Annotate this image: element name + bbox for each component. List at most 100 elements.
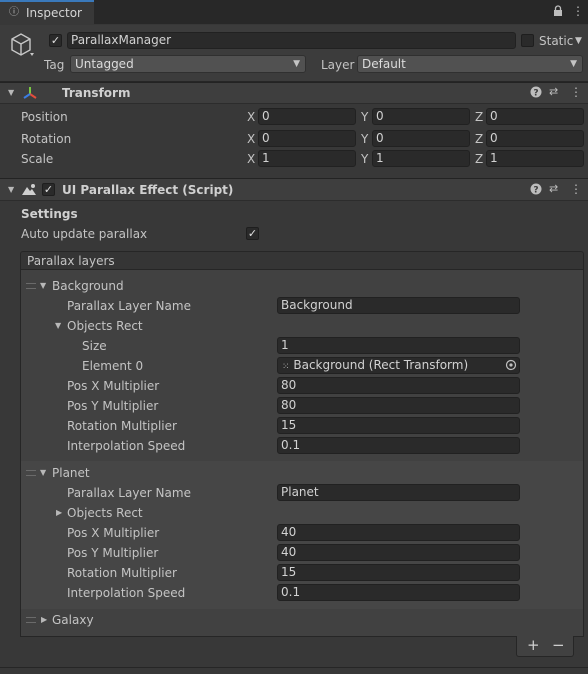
add-element-button[interactable]: +: [527, 637, 540, 653]
tag-dropdown[interactable]: Untagged ▼: [70, 55, 306, 73]
script-enabled-checkbox[interactable]: ✓: [42, 183, 55, 196]
scale-x-field[interactable]: 1: [258, 150, 356, 167]
scale-y-axis[interactable]: Y: [361, 151, 368, 167]
active-checkbox[interactable]: ✓: [49, 34, 62, 47]
layer-dropdown[interactable]: Default ▼: [357, 55, 583, 73]
background-foldout-arrow[interactable]: ▼: [40, 278, 46, 294]
planet-name-field[interactable]: Planet: [277, 484, 520, 501]
static-dropdown-arrow[interactable]: ▼: [575, 33, 582, 49]
planet-rotation-field[interactable]: 15: [277, 564, 520, 581]
position-label[interactable]: Position: [21, 109, 68, 125]
presets-icon[interactable]: ⇄: [549, 85, 558, 99]
position-x-axis[interactable]: X: [247, 109, 255, 125]
background-posx-field[interactable]: 80: [277, 377, 520, 394]
background-posy-label[interactable]: Pos Y Multiplier: [67, 398, 158, 414]
script-title: UI Parallax Effect (Script): [62, 183, 234, 197]
object-picker-icon[interactable]: [505, 359, 517, 374]
object-name-field[interactable]: ParallaxManager: [67, 32, 516, 49]
planet-interp-field[interactable]: 0.1: [277, 584, 520, 601]
list-item-background-label[interactable]: Background: [52, 278, 124, 294]
rotation-x-axis[interactable]: X: [247, 131, 255, 147]
help-icon[interactable]: ?: [530, 86, 542, 102]
background-element0-field[interactable]: ⁙ Background (Rect Transform): [277, 357, 520, 374]
planet-name-label[interactable]: Parallax Layer Name: [67, 485, 191, 501]
kebab-menu-icon[interactable]: ⋮: [570, 182, 582, 196]
background-objects-rect-label[interactable]: Objects Rect: [67, 318, 143, 334]
lock-icon[interactable]: [553, 5, 563, 21]
background-rotation-field[interactable]: 15: [277, 417, 520, 434]
list-item-planet-label[interactable]: Planet: [52, 465, 90, 481]
planet-posx-field[interactable]: 40: [277, 524, 520, 541]
gameobject-cube-icon[interactable]: [8, 31, 36, 62]
scale-y-field[interactable]: 1: [372, 150, 470, 167]
kebab-menu-icon[interactable]: ⋮: [570, 85, 582, 99]
planet-interp-label[interactable]: Interpolation Speed: [67, 585, 185, 601]
rotation-z-axis[interactable]: Z: [475, 131, 483, 147]
rect-transform-icon: ⁙: [282, 362, 290, 372]
planet-posy-field[interactable]: 40: [277, 544, 520, 561]
settings-heading: Settings: [21, 207, 78, 221]
svg-text:?: ?: [533, 186, 538, 196]
background-element0-label[interactable]: Element 0: [82, 358, 143, 374]
position-z-field[interactable]: 0: [486, 108, 584, 125]
planet-objects-rect-label[interactable]: Objects Rect: [67, 505, 143, 521]
static-label[interactable]: Static: [539, 33, 573, 49]
background-rotation-label[interactable]: Rotation Multiplier: [67, 418, 177, 434]
transform-title: Transform: [62, 86, 131, 100]
planet-objects-rect-foldout-arrow[interactable]: ▶: [56, 505, 62, 521]
tag-label: Tag: [44, 58, 65, 72]
list-footer: + −: [516, 636, 574, 657]
background-name-label[interactable]: Parallax Layer Name: [67, 298, 191, 314]
drag-handle[interactable]: [26, 470, 36, 476]
background-interp-field[interactable]: 0.1: [277, 437, 520, 454]
rotation-x-field[interactable]: 0: [258, 130, 356, 147]
background-size-label[interactable]: Size: [82, 338, 107, 354]
rotation-z-field[interactable]: 0: [486, 130, 584, 147]
position-y-field[interactable]: 0: [372, 108, 470, 125]
script-foldout-arrow[interactable]: ▼: [8, 182, 14, 198]
drag-handle[interactable]: [26, 283, 36, 289]
background-interp-label[interactable]: Interpolation Speed: [67, 438, 185, 454]
presets-icon[interactable]: ⇄: [549, 182, 558, 196]
transform-axes-icon: [22, 85, 38, 104]
planet-posy-label[interactable]: Pos Y Multiplier: [67, 545, 158, 561]
rotation-y-field[interactable]: 0: [372, 130, 470, 147]
position-z-axis[interactable]: Z: [475, 109, 483, 125]
background-posx-label[interactable]: Pos X Multiplier: [67, 378, 159, 394]
scale-label[interactable]: Scale: [21, 151, 53, 167]
layer-value: Default: [362, 57, 406, 71]
transform-foldout-arrow[interactable]: ▼: [8, 85, 14, 101]
planet-rotation-label[interactable]: Rotation Multiplier: [67, 565, 177, 581]
svg-text:?: ?: [533, 89, 538, 99]
tag-value: Untagged: [75, 57, 134, 71]
position-y-axis[interactable]: Y: [361, 109, 368, 125]
inspector-icon: ⓘ: [9, 7, 19, 18]
planet-foldout-arrow[interactable]: ▼: [40, 465, 46, 481]
drag-handle[interactable]: [26, 617, 36, 623]
auto-update-checkbox[interactable]: ✓: [246, 227, 259, 240]
remove-element-button[interactable]: −: [552, 637, 565, 653]
component-divider: [0, 667, 588, 668]
objects-rect-foldout-arrow[interactable]: ▼: [55, 318, 61, 334]
list-item-galaxy-label[interactable]: Galaxy: [52, 612, 94, 628]
tab-title: Inspector: [26, 6, 82, 20]
tab-inspector[interactable]: ⓘ Inspector: [0, 0, 94, 25]
help-icon[interactable]: ?: [530, 183, 542, 199]
galaxy-foldout-arrow[interactable]: ▶: [41, 612, 47, 628]
auto-update-label[interactable]: Auto update parallax: [21, 226, 147, 242]
background-posy-field[interactable]: 80: [277, 397, 520, 414]
background-element0-value: Background (Rect Transform): [293, 358, 469, 372]
planet-posx-label[interactable]: Pos X Multiplier: [67, 525, 159, 541]
scale-x-axis[interactable]: X: [247, 151, 255, 167]
script-icon: [21, 183, 37, 200]
background-name-field[interactable]: Background: [277, 297, 520, 314]
position-x-field[interactable]: 0: [258, 108, 356, 125]
chevron-down-icon: ▼: [293, 59, 300, 69]
background-size-field[interactable]: 1: [277, 337, 520, 354]
rotation-label[interactable]: Rotation: [21, 131, 71, 147]
rotation-y-axis[interactable]: Y: [361, 131, 368, 147]
static-checkbox[interactable]: [521, 34, 534, 47]
scale-z-axis[interactable]: Z: [475, 151, 483, 167]
scale-z-field[interactable]: 1: [486, 150, 584, 167]
kebab-menu-icon[interactable]: ⋮: [572, 4, 584, 18]
